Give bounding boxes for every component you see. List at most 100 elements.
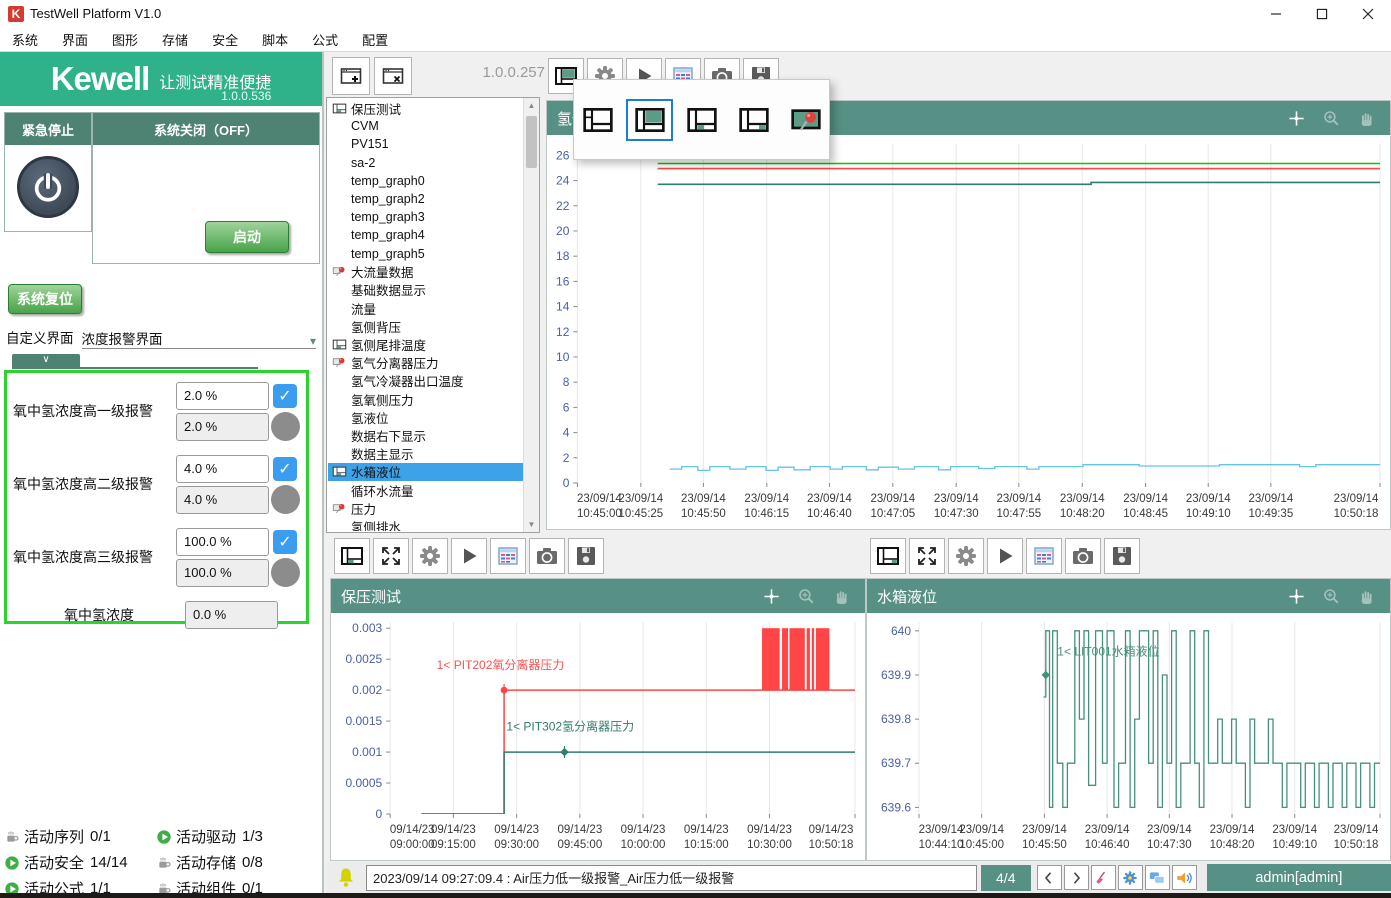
- list-item[interactable]: 保压测试: [328, 99, 523, 117]
- popup-layout-bl[interactable]: [678, 99, 725, 141]
- scrollbar-thumb[interactable]: [526, 116, 537, 168]
- popup-layout-plain[interactable]: [574, 99, 621, 141]
- broom-button[interactable]: [1091, 865, 1116, 890]
- menu-item-2[interactable]: 界面: [50, 30, 100, 49]
- emergency-stop-button[interactable]: [17, 156, 79, 218]
- alarm-setpoint-input[interactable]: 2.0 %: [176, 382, 269, 410]
- gear-button[interactable]: [948, 538, 984, 574]
- list-item[interactable]: temp_graph4: [328, 226, 523, 244]
- popup-layout-top-selected[interactable]: [626, 99, 673, 141]
- start-button[interactable]: 启动: [205, 221, 289, 253]
- alarm-setpoint-input[interactable]: 100.0 %: [176, 528, 269, 556]
- list-scrollbar[interactable]: ▲ ▼: [523, 98, 539, 532]
- scroll-down-icon[interactable]: ▼: [524, 517, 539, 532]
- list-item[interactable]: 循环水流量: [328, 481, 523, 499]
- save-button[interactable]: [568, 538, 604, 574]
- list-item[interactable]: 氢液位: [328, 408, 523, 426]
- layout-bl-button[interactable]: [334, 538, 370, 574]
- list-item[interactable]: 基础数据显示: [328, 281, 523, 299]
- chevron-right-button[interactable]: [1064, 865, 1089, 890]
- menu-item-3[interactable]: 图形: [100, 30, 150, 49]
- camera-button[interactable]: [1065, 538, 1101, 574]
- svg-text:639.7: 639.7: [881, 756, 911, 770]
- system-reset-button[interactable]: 系统复位: [8, 284, 82, 314]
- menu-item-8[interactable]: 配置: [350, 30, 400, 49]
- list-item[interactable]: 大流量数据: [328, 263, 523, 281]
- list-item[interactable]: sa-2: [328, 154, 523, 172]
- collapse-bar[interactable]: ∨: [12, 354, 258, 369]
- save-button[interactable]: [1104, 538, 1140, 574]
- list-item[interactable]: 氢侧背压: [328, 317, 523, 335]
- expand-button[interactable]: [909, 538, 945, 574]
- hand-tool[interactable]: [1357, 587, 1376, 606]
- list-item[interactable]: 氢气冷凝器出口温度: [328, 372, 523, 390]
- svg-text:6: 6: [563, 400, 570, 414]
- list-item[interactable]: PV151: [328, 135, 523, 153]
- alarm-setpoint-input[interactable]: 4.0 %: [176, 455, 269, 483]
- list-item[interactable]: 压力: [328, 499, 523, 517]
- gear-button[interactable]: [412, 538, 448, 574]
- alarm-enable-checkbox[interactable]: ✓: [273, 384, 297, 408]
- activity-label: 活动安全: [24, 852, 84, 873]
- layout-br-button[interactable]: [870, 538, 906, 574]
- list-item[interactable]: temp_graph2: [328, 190, 523, 208]
- chevron-left-button[interactable]: [1037, 865, 1062, 890]
- list-item[interactable]: 氢气分离器压力: [328, 354, 523, 372]
- list-item[interactable]: 氢氧侧压力: [328, 390, 523, 408]
- list-item[interactable]: 氢侧尾排温度: [328, 335, 523, 353]
- gear-alert-button[interactable]: [1118, 865, 1143, 890]
- list-item-label: 循环水流量: [351, 481, 414, 500]
- hand-tool[interactable]: [1357, 109, 1376, 128]
- list-item[interactable]: 数据主显示: [328, 445, 523, 463]
- zoom-tool[interactable]: [797, 587, 816, 606]
- crosshair-tool[interactable]: [1287, 109, 1306, 128]
- list-item[interactable]: 氢侧排水: [328, 517, 523, 531]
- camera-button[interactable]: [529, 538, 565, 574]
- list-item[interactable]: 流量: [328, 299, 523, 317]
- custom-ui-select[interactable]: 浓度报警界面 ▾: [82, 326, 317, 349]
- menu-item-7[interactable]: 公式: [300, 30, 350, 49]
- chart-plot-area[interactable]: 23/09/1410:45:0023/09/1410:45:2523/09/14…: [547, 135, 1390, 529]
- menu-item-1[interactable]: 系统: [0, 30, 50, 49]
- zoom-tool[interactable]: [1322, 109, 1341, 128]
- menu-item-5[interactable]: 安全: [200, 30, 250, 49]
- close-button[interactable]: [1345, 0, 1391, 27]
- svg-text:0.001: 0.001: [352, 745, 382, 759]
- list-item-label: 大流量数据: [351, 262, 414, 281]
- minimize-button[interactable]: [1253, 0, 1299, 27]
- menu-item-6[interactable]: 脚本: [250, 30, 300, 49]
- layout-popup: [573, 79, 830, 160]
- table-button[interactable]: [1026, 538, 1062, 574]
- svg-text:23/09/14: 23/09/14: [1085, 824, 1130, 836]
- alarm-enable-checkbox[interactable]: ✓: [273, 457, 297, 481]
- play-button[interactable]: [987, 538, 1023, 574]
- chart-plot-area[interactable]: 23/09/1410:44:1023/09/1410:45:0023/09/14…: [867, 613, 1390, 860]
- chart-plot-area[interactable]: 09/14/2309:00:0009/14/2309:15:0009/14/23…: [331, 613, 865, 860]
- list-item[interactable]: temp_graph3: [328, 208, 523, 226]
- alarm-bell-icon[interactable]: [334, 866, 358, 890]
- window-close-button[interactable]: [374, 57, 412, 95]
- menu-item-4[interactable]: 存储: [150, 30, 200, 49]
- list-item[interactable]: 数据右下显示: [328, 426, 523, 444]
- crosshair-tool[interactable]: [1287, 587, 1306, 606]
- popup-pin-screen[interactable]: [782, 99, 829, 141]
- expand-button[interactable]: [373, 538, 409, 574]
- list-item[interactable]: CVM: [328, 117, 523, 135]
- crosshair-tool[interactable]: [762, 587, 781, 606]
- play-button[interactable]: [451, 538, 487, 574]
- window-new-button[interactable]: [332, 57, 370, 95]
- list-item-selected[interactable]: 水箱液位: [328, 463, 523, 481]
- hand-tool[interactable]: [832, 587, 851, 606]
- list-item[interactable]: temp_graph0: [328, 172, 523, 190]
- alarm-enable-checkbox[interactable]: ✓: [273, 530, 297, 554]
- table-button[interactable]: [490, 538, 526, 574]
- maximize-button[interactable]: [1299, 0, 1345, 27]
- scroll-up-icon[interactable]: ▲: [524, 98, 539, 113]
- list-item[interactable]: temp_graph5: [328, 245, 523, 263]
- chat-button[interactable]: [1145, 865, 1170, 890]
- popup-layout-br[interactable]: [730, 99, 777, 141]
- svg-text:09/14/23: 09/14/23: [494, 824, 539, 836]
- zoom-tool[interactable]: [1322, 587, 1341, 606]
- speaker-button[interactable]: [1172, 865, 1197, 890]
- svg-text:23/09/14: 23/09/14: [1334, 824, 1379, 836]
